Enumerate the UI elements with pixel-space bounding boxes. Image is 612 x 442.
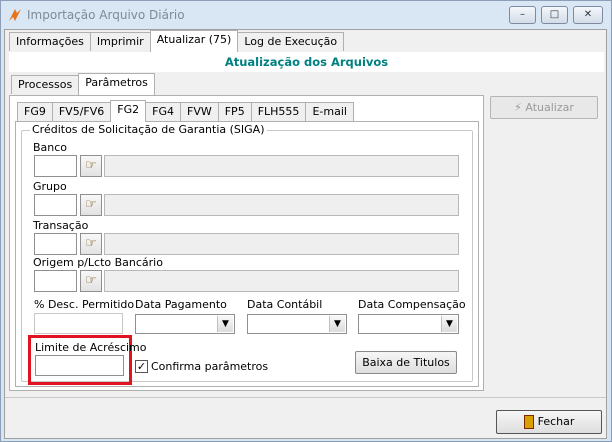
main-tabbar: Informações Imprimir Atualizar (75) Log … [9, 30, 345, 52]
grupo-lookup-icon[interactable]: ☞ [80, 194, 102, 216]
tab-flh555[interactable]: FLH555 [250, 102, 307, 121]
transacao-label: Transação [33, 219, 89, 232]
data-pagamento-select[interactable]: ▼ [135, 314, 235, 334]
grupo-label: Grupo [33, 180, 67, 193]
chevron-down-icon[interactable]: ▼ [329, 316, 345, 332]
desc-permitido-label: % Desc. Permitido [34, 298, 135, 311]
data-contabil-select[interactable]: ▼ [247, 314, 347, 334]
chevron-down-icon[interactable]: ▼ [217, 316, 233, 332]
group-title: Créditos de Solicitação de Garantia (SIG… [30, 123, 267, 136]
atualizar-button[interactable]: ⚡ Atualizar [490, 96, 598, 119]
tab-log-execucao[interactable]: Log de Execução [237, 32, 345, 51]
desc-permitido-input[interactable] [34, 313, 123, 334]
banco-input[interactable] [34, 155, 77, 177]
sub-tabbar: Processos Parâmetros [11, 73, 155, 95]
tab-fg2[interactable]: FG2 [110, 100, 147, 122]
title-bar: Importação Arquivo Diário – □ ✕ [1, 1, 611, 29]
atualizar-label: Atualizar [525, 101, 574, 114]
close-button[interactable]: ✕ [573, 6, 603, 24]
tab-atualizar[interactable]: Atualizar (75) [149, 30, 239, 52]
minimize-button[interactable]: – [509, 6, 536, 24]
grupo-input[interactable] [34, 194, 77, 216]
fechar-button[interactable]: Fechar [496, 410, 602, 434]
transacao-input[interactable] [34, 233, 77, 255]
origem-input[interactable] [34, 270, 77, 292]
chevron-down-icon[interactable]: ▼ [441, 316, 457, 332]
window-title: Importação Arquivo Diário [27, 8, 185, 22]
tab-fv5-fv6[interactable]: FV5/FV6 [51, 102, 112, 121]
data-compensacao-label: Data Compensação [358, 298, 466, 311]
banco-description [104, 155, 459, 177]
baixa-titulos-button[interactable]: Baixa de Titulos [355, 351, 457, 374]
confirma-label: Confirma parâmetros [151, 360, 269, 373]
tab-fvw[interactable]: FVW [180, 102, 219, 121]
banco-label: Banco [33, 141, 68, 154]
origem-label: Origem p/Lcto Bancário [33, 256, 163, 269]
tab-fp5[interactable]: FP5 [217, 102, 252, 121]
tab-fg4[interactable]: FG4 [145, 102, 181, 121]
section-header: Atualização dos Arquivos [9, 52, 604, 72]
data-compensacao-select[interactable]: ▼ [358, 314, 459, 334]
data-pagamento-label: Data Pagamento [135, 298, 227, 311]
lightning-icon: ⚡ [514, 101, 522, 114]
confirma-checkbox[interactable]: ✓ [135, 360, 148, 373]
banco-lookup-icon[interactable]: ☞ [80, 155, 102, 177]
file-tabbar: FG9 FV5/FV6 FG2 FG4 FVW FP5 FLH555 E-mai… [17, 100, 354, 122]
transacao-lookup-icon[interactable]: ☞ [80, 233, 102, 255]
app-logo-icon [9, 9, 21, 21]
app-window: Importação Arquivo Diário – □ ✕ Informaç… [0, 0, 612, 442]
tab-informacoes[interactable]: Informações [9, 32, 91, 51]
origem-lookup-icon[interactable]: ☞ [80, 270, 102, 292]
client-area: Informações Imprimir Atualizar (75) Log … [4, 29, 607, 439]
tab-processos[interactable]: Processos [11, 75, 80, 94]
limite-acrescimo-input[interactable] [35, 355, 124, 376]
limite-acrescimo-label: Limite de Acréscimo [35, 341, 147, 354]
maximize-button[interactable]: □ [541, 6, 568, 24]
grupo-description [104, 194, 459, 216]
data-contabil-label: Data Contábil [247, 298, 323, 311]
origem-description [104, 270, 459, 292]
tab-email[interactable]: E-mail [305, 102, 354, 121]
footer-divider [5, 397, 606, 398]
transacao-description [104, 233, 459, 255]
tab-imprimir[interactable]: Imprimir [89, 32, 151, 51]
tab-parametros[interactable]: Parâmetros [78, 73, 155, 95]
exit-door-icon [523, 415, 534, 429]
tab-fg9[interactable]: FG9 [17, 102, 53, 121]
fechar-label: Fechar [537, 415, 575, 428]
